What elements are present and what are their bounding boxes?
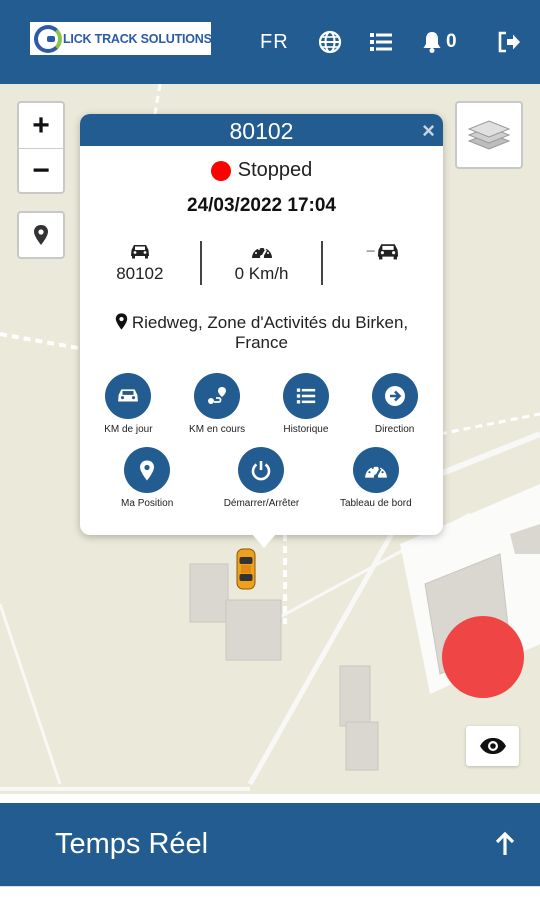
realtime-panel-header[interactable]: Temps Réel — [0, 803, 540, 886]
action-label: Tableau de bord — [339, 498, 412, 509]
eye-icon — [479, 738, 506, 754]
locate-button[interactable] — [17, 211, 65, 259]
address-pin-icon — [115, 313, 128, 330]
app-root: LICK TRACK SOLUTIONS FR 0 + − 80102 × St… — [0, 0, 540, 900]
km-en-cours-button[interactable] — [194, 373, 241, 419]
km-de-jour-button[interactable] — [105, 373, 152, 419]
action-label: KM en cours — [189, 424, 246, 435]
power-icon — [252, 461, 271, 481]
popup-close-button[interactable]: × — [422, 114, 435, 148]
realtime-title: Temps Réel — [55, 828, 209, 860]
actions-row-1: KM de jour KM en cours Historique Direct… — [80, 373, 443, 435]
footer-strip — [0, 886, 540, 900]
logo-mark-icon — [34, 24, 62, 53]
address-text: Riedweg, Zone d'Activités du Birken, Fra… — [131, 313, 409, 352]
action-historique[interactable]: Historique — [262, 373, 351, 435]
car-icon — [130, 245, 149, 259]
zoom-control: + − — [17, 101, 65, 194]
list-icon[interactable] — [369, 30, 393, 54]
tableau-de-bord-button[interactable] — [352, 447, 399, 493]
vehicle-marker-icon[interactable] — [235, 548, 257, 590]
stat-vehicle-value: 80102 — [116, 264, 164, 283]
speedometer-icon — [251, 248, 272, 259]
action-km-en-cours[interactable]: KM en cours — [173, 373, 262, 435]
direction-button[interactable] — [371, 373, 418, 419]
notification-count: 0 — [446, 31, 457, 52]
action-label: Démarrer/Arrêter — [223, 498, 300, 509]
zoom-out-button[interactable]: − — [19, 148, 63, 193]
action-label: Historique — [283, 424, 329, 435]
stat-speed: 0 Km/h — [199, 241, 322, 285]
logo-text: LICK TRACK SOLUTIONS — [63, 31, 212, 46]
ma-position-button[interactable] — [124, 447, 171, 493]
logout-icon[interactable] — [497, 30, 521, 54]
layers-icon — [467, 120, 511, 150]
language-switch[interactable]: FR — [260, 31, 289, 54]
popup-header: 80102 × — [80, 114, 443, 146]
stat-speed-value: 0 Km/h — [234, 264, 289, 283]
demarrer-arreter-button[interactable] — [238, 447, 285, 493]
map-pin-icon — [34, 225, 48, 245]
vehicle-address: Riedweg, Zone d'Activités du Birken, Fra… — [80, 313, 443, 353]
company-logo[interactable]: LICK TRACK SOLUTIONS — [30, 22, 212, 55]
action-ma-position[interactable]: Ma Position — [102, 447, 192, 509]
list-icon — [296, 388, 316, 404]
actions-row-2: Ma Position Démarrer/Arrêter Tableau de … — [80, 447, 443, 509]
action-demarrer-arreter[interactable]: Démarrer/Arrêter — [216, 447, 306, 509]
stat-vehicle: 80102 — [80, 241, 200, 285]
route-icon — [208, 387, 227, 404]
gauge-icon — [364, 466, 387, 479]
bottom-separator — [0, 794, 540, 803]
action-km-de-jour[interactable]: KM de jour — [84, 373, 173, 435]
layers-button[interactable] — [455, 101, 523, 169]
action-direction[interactable]: Direction — [350, 373, 439, 435]
status-datetime: 24/03/2022 17:04 — [187, 195, 336, 216]
action-label: Ma Position — [121, 498, 174, 509]
status-label: Stopped — [237, 159, 313, 181]
status-dot-icon — [210, 160, 231, 181]
vehicle-status: Stopped — [80, 159, 443, 182]
car-icon — [118, 389, 139, 402]
vehicle-stats: 80102 0 Km/h --- — [80, 241, 443, 285]
stat-driver-value: --- — [366, 245, 375, 257]
floating-action-button[interactable] — [442, 616, 524, 698]
action-label: KM de jour — [104, 424, 153, 435]
bell-icon[interactable] — [420, 30, 444, 54]
action-label: Direction — [374, 424, 415, 435]
action-tableau-de-bord[interactable]: Tableau de bord — [331, 447, 421, 509]
car-motion-icon — [378, 244, 399, 260]
stat-driver: --- — [321, 241, 443, 285]
globe-icon[interactable] — [318, 30, 342, 54]
zoom-in-button[interactable]: + — [19, 103, 63, 148]
visibility-toggle-button[interactable] — [466, 726, 519, 766]
map-pin-icon — [140, 460, 155, 480]
vehicle-popup: 80102 × Stopped 24/03/2022 17:04 80102 0… — [80, 114, 443, 548]
historique-button[interactable] — [282, 373, 329, 419]
arrow-up-icon[interactable] — [494, 831, 516, 857]
popup-vehicle-id: 80102 — [229, 118, 294, 144]
app-header: LICK TRACK SOLUTIONS FR 0 — [0, 0, 540, 84]
arrow-right-icon — [384, 386, 405, 406]
